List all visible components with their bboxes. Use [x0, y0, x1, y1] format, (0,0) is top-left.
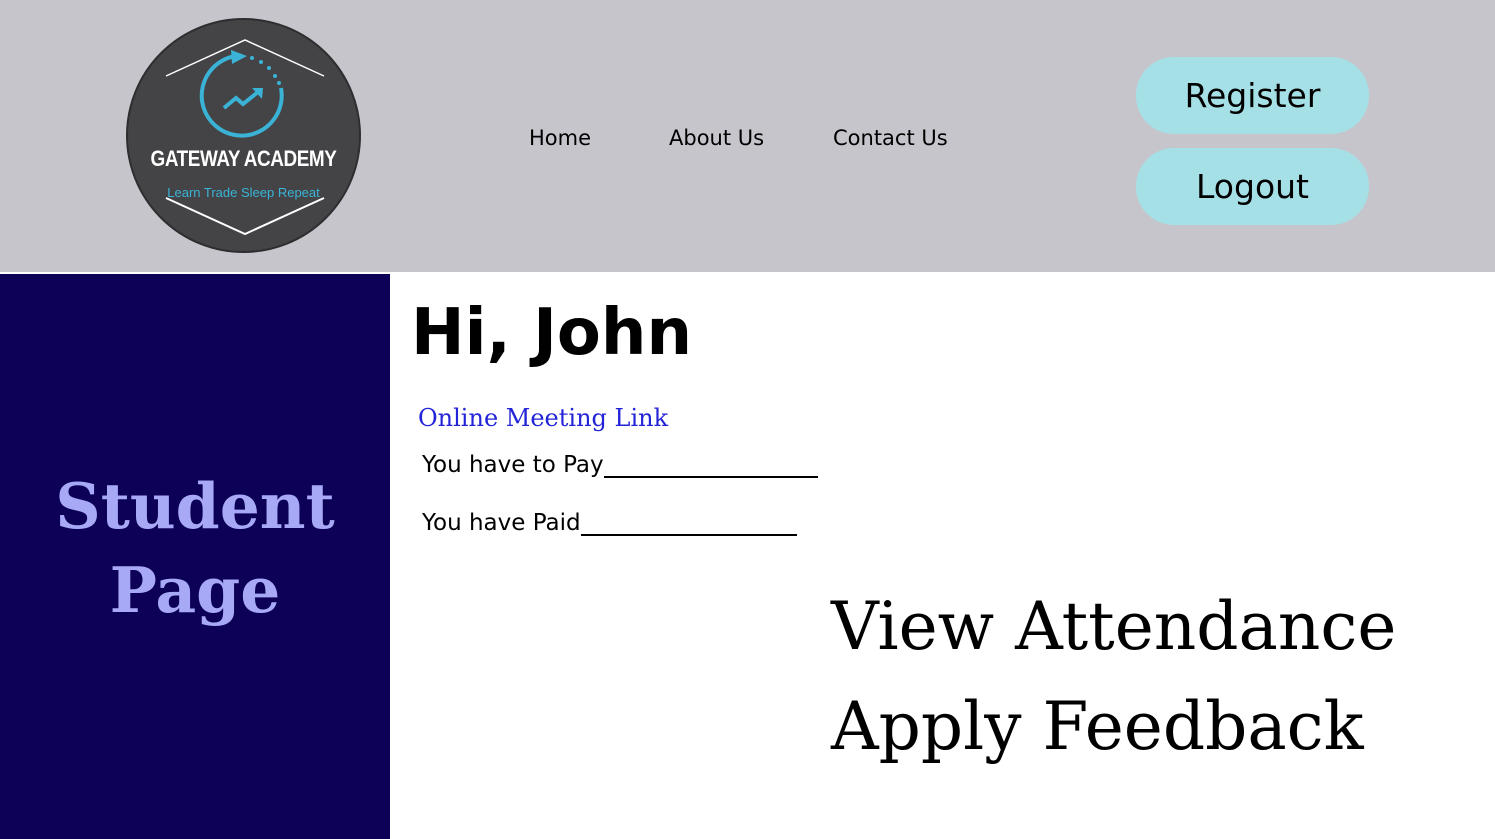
logo-tagline: Learn Trade Sleep Repeat	[167, 185, 320, 200]
sidebar: Student Page	[0, 274, 390, 839]
logout-button[interactable]: Logout	[1136, 148, 1369, 225]
sidebar-page-title: Student Page	[55, 469, 335, 627]
amount-to-pay-row: You have to Pay	[422, 452, 818, 478]
nav-home-link[interactable]: Home	[529, 126, 591, 150]
amount-to-pay-label: You have to Pay	[422, 452, 604, 478]
logo-title: GATEWAY ACADEMY	[150, 146, 337, 171]
top-header: GATEWAY ACADEMY Learn Trade Sleep Repeat…	[0, 0, 1495, 272]
online-meeting-link[interactable]: Online Meeting Link	[418, 404, 668, 432]
amount-paid-blank	[580, 512, 797, 536]
amount-paid-label: You have Paid	[422, 510, 581, 536]
amount-paid-row: You have Paid	[422, 510, 797, 536]
register-button[interactable]: Register	[1136, 57, 1369, 134]
apply-feedback-link[interactable]: Apply Feedback	[831, 688, 1364, 765]
greeting-heading: Hi, John	[411, 296, 692, 370]
nav-about-us-link[interactable]: About Us	[669, 126, 764, 150]
gateway-academy-logo[interactable]: GATEWAY ACADEMY Learn Trade Sleep Repeat	[126, 18, 361, 253]
nav-contact-us-link[interactable]: Contact Us	[833, 126, 948, 150]
view-attendance-link[interactable]: View Attendance	[831, 588, 1396, 665]
logo-emblem	[165, 39, 325, 236]
amount-to-pay-blank	[603, 454, 818, 478]
